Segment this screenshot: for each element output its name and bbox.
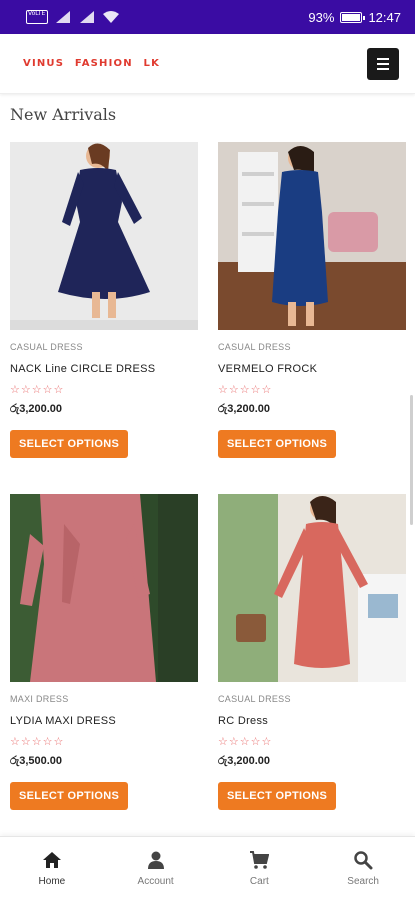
search-icon [354,851,373,870]
product-image[interactable] [218,142,406,330]
hamburger-icon [377,67,389,70]
battery-percent: 93% [308,9,335,25]
signal-icon [56,11,70,23]
hamburger-icon [377,62,389,65]
select-options-button[interactable]: SELECT OPTIONS [10,782,129,810]
volte-icon: VoLTE [26,10,48,24]
star-rating: ☆☆☆☆☆ [10,384,65,396]
account-icon [147,851,164,869]
clock: 12:47 [368,9,401,25]
signal-icon [80,11,94,23]
product-price: රු3,500.00 [10,755,63,767]
product-category[interactable]: CASUAL DRESS [218,342,406,353]
product-name[interactable]: RC Dress [218,715,406,728]
product-name[interactable]: VERMELO FROCK [218,363,406,376]
nav-account[interactable]: Account [104,837,208,900]
nav-cart[interactable]: Cart [208,837,312,900]
product-category[interactable]: MAXI DRESS [10,694,198,705]
battery-icon [340,11,366,23]
select-options-button[interactable]: SELECT OPTIONS [10,430,129,458]
nav-label: Home [38,876,66,887]
nav-home[interactable]: Home [0,837,104,900]
product-price: රු3,200.00 [10,403,63,415]
product-card: CASUAL DRESS RC Dress ☆☆☆☆☆ රු3,200.00 S… [218,494,406,810]
nav-label: Cart [249,876,269,887]
product-category[interactable]: CASUAL DRESS [10,342,198,353]
cart-icon [250,851,270,869]
product-card: MAXI DRESS LYDIA MAXI DRESS ☆☆☆☆☆ රු3,50… [10,494,198,810]
brand-logo[interactable]: VINUS FASHION LK [23,58,160,69]
app-header: VINUS FASHION LK [0,34,415,94]
product-price: රු3,200.00 [218,403,271,415]
section-title: New Arrivals [10,105,117,124]
product-category[interactable]: CASUAL DRESS [218,694,406,705]
product-card: CASUAL DRESS NACK Line CIRCLE DRESS ☆☆☆☆… [10,142,198,458]
nav-label: Search [347,876,379,887]
select-options-button[interactable]: SELECT OPTIONS [218,430,337,458]
wifi-icon [103,11,119,23]
status-bar: VoLTE 93% 12:47 [0,0,415,34]
select-options-button[interactable]: SELECT OPTIONS [218,782,337,810]
menu-button[interactable] [367,47,399,80]
nav-search[interactable]: Search [311,837,415,900]
star-rating: ☆☆☆☆☆ [10,736,65,748]
hamburger-icon [377,57,389,60]
product-price: රු3,200.00 [218,755,271,767]
product-image[interactable] [10,494,198,682]
product-image[interactable] [218,494,406,682]
bottom-nav: Home Account Cart Search [0,836,415,900]
star-rating: ☆☆☆☆☆ [218,736,273,748]
dress-illustration [218,146,406,330]
dress-illustration [10,494,198,682]
dress-illustration [10,143,198,330]
product-image[interactable] [10,142,198,330]
product-name[interactable]: NACK Line CIRCLE DRESS [10,363,198,376]
product-card: CASUAL DRESS VERMELO FROCK ☆☆☆☆☆ රු3,200… [218,142,406,458]
home-icon [42,852,61,868]
star-rating: ☆☆☆☆☆ [218,384,273,396]
nav-label: Account [137,876,174,887]
dress-illustration [218,494,406,682]
product-name[interactable]: LYDIA MAXI DRESS [10,715,198,728]
scrollbar[interactable] [410,395,413,525]
